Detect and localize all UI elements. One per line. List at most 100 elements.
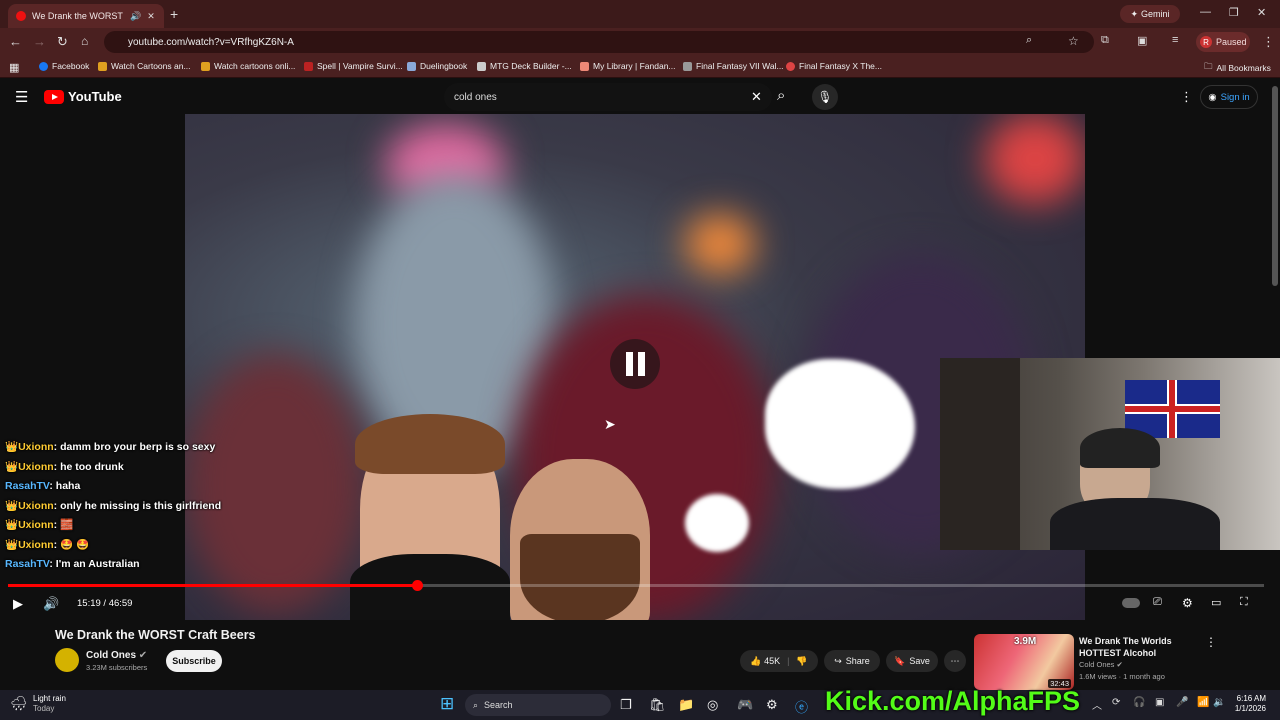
host-left-hair bbox=[355, 414, 505, 474]
close-window-icon[interactable]: ✕ bbox=[1257, 6, 1266, 19]
verified-icon: ✔ bbox=[138, 650, 148, 661]
store-icon[interactable]: 🛍 bbox=[649, 697, 666, 713]
video-blur-shape bbox=[185, 354, 365, 614]
ff7-icon bbox=[683, 61, 692, 71]
like-button[interactable]: 👍 45K bbox=[750, 656, 780, 667]
folder-icon: 🗀 bbox=[1204, 61, 1213, 71]
bookmark-item[interactable]: Final Fantasy X The... bbox=[786, 61, 882, 71]
speaker-icon[interactable]: 🔉 bbox=[1213, 697, 1225, 708]
voice-search-icon[interactable]: 🎙 bbox=[812, 84, 838, 110]
recommended-menu-icon[interactable]: ⋮ bbox=[1205, 635, 1217, 649]
profile-button[interactable]: R Paused bbox=[1196, 32, 1250, 52]
censor-blob bbox=[685, 494, 749, 552]
taskbar-search[interactable]: ⌕ Search bbox=[465, 694, 611, 716]
bookmark-item[interactable]: Duelingbook bbox=[407, 61, 467, 71]
subscribe-button[interactable]: Subscribe bbox=[166, 650, 222, 672]
bookmark-item[interactable]: Facebook bbox=[39, 61, 89, 71]
microphone-icon[interactable]: 🎤 bbox=[1176, 697, 1188, 708]
profile-avatar: R bbox=[1200, 36, 1212, 48]
clock[interactable]: 6:16 AM 1/1/2026 bbox=[1230, 694, 1266, 714]
chat-message: RasahTV: I'm an Australian bbox=[5, 558, 140, 570]
tray-app-icon[interactable]: ⟳ bbox=[1112, 697, 1120, 708]
headset-icon[interactable]: 🎧 bbox=[1133, 697, 1145, 708]
file-explorer-icon[interactable]: 📁 bbox=[678, 697, 694, 713]
apps-grid-icon[interactable]: ▦ bbox=[9, 61, 19, 74]
like-dislike-group: 👍 45K | 👎 bbox=[740, 650, 818, 672]
browser-tab-active[interactable]: We Drank the WORST Craft 🔊 ✕ bbox=[8, 4, 164, 28]
captions-icon[interactable]: ⎚ bbox=[1153, 596, 1162, 609]
bookmark-item[interactable]: Watch Cartoons an... bbox=[98, 61, 191, 71]
dislike-icon[interactable]: 👎 bbox=[796, 656, 807, 667]
reload-icon[interactable]: ↻ bbox=[57, 34, 68, 50]
channel-avatar[interactable] bbox=[55, 648, 79, 672]
all-bookmarks-button[interactable]: 🗀 All Bookmarks bbox=[1204, 61, 1271, 75]
back-icon[interactable]: ← bbox=[9, 34, 22, 49]
zoom-icon[interactable]: ⌕ bbox=[1026, 34, 1032, 47]
mouse-cursor-icon: ➤ bbox=[604, 416, 616, 432]
tray-chevron-icon[interactable]: ︿ bbox=[1092, 697, 1102, 712]
progress-scrubber[interactable] bbox=[412, 580, 423, 591]
windows-taskbar: 🌧 Light rain Today ⊞ ⌕ Search ❐ 🛍 📁 ◎ 🎮 … bbox=[0, 690, 1280, 720]
edge-icon[interactable]: ⓔ bbox=[795, 697, 808, 716]
sign-in-button[interactable]: ◉ Sign in bbox=[1200, 85, 1258, 109]
recommended-channel[interactable]: Cold Ones ✔ bbox=[1079, 660, 1123, 669]
hamburger-menu-icon[interactable]: ☰ bbox=[15, 88, 28, 106]
bookmark-item[interactable]: Spell | Vampire Survi... bbox=[304, 61, 403, 71]
bookmark-item[interactable]: Final Fantasy VII Wal... bbox=[683, 61, 784, 71]
verified-icon: ✔ bbox=[1116, 660, 1123, 669]
app-icon[interactable]: ⚙ bbox=[766, 697, 778, 713]
chat-username: 👑Uxionn bbox=[5, 461, 54, 473]
miniplayer-icon[interactable]: ▭ bbox=[1211, 596, 1221, 609]
address-bar[interactable]: youtube.com/watch?v=VRfhgKZ6N-A bbox=[104, 31, 1094, 53]
bookmark-item[interactable]: My Library | Fandan... bbox=[580, 61, 676, 71]
weather-widget[interactable]: Light rain Today bbox=[33, 694, 66, 714]
bookmark-star-icon[interactable]: ☆ bbox=[1068, 34, 1079, 48]
pause-indicator[interactable] bbox=[610, 339, 660, 389]
recommended-title[interactable]: We Drank The Worlds HOTTEST Alcohol bbox=[1079, 635, 1172, 659]
fullscreen-icon[interactable]: ⛶ bbox=[1240, 596, 1248, 609]
browser-menu-icon[interactable]: ⋮ bbox=[1262, 34, 1275, 50]
audio-playing-icon[interactable]: 🔊 bbox=[130, 11, 141, 22]
recommended-thumbnail[interactable]: 3.9M 32:43 bbox=[974, 634, 1074, 690]
search-input[interactable]: cold ones bbox=[444, 83, 772, 111]
extensions-icon[interactable]: ⧉ bbox=[1101, 34, 1109, 47]
gemini-button[interactable]: ✦ Gemini bbox=[1120, 5, 1180, 23]
video-blur-shape bbox=[985, 114, 1085, 204]
more-actions-button[interactable]: ⋯ bbox=[944, 650, 966, 672]
search-icon[interactable]: ⌕ bbox=[777, 87, 785, 104]
home-icon[interactable]: ⌂ bbox=[81, 34, 88, 48]
forward-icon[interactable]: → bbox=[33, 34, 46, 49]
clear-search-icon[interactable]: ✕ bbox=[751, 89, 762, 105]
restore-window-icon[interactable]: ❐ bbox=[1229, 6, 1239, 19]
chat-username: RasahTV bbox=[5, 558, 50, 570]
page-scrollbar[interactable] bbox=[1272, 86, 1278, 286]
weather-icon[interactable]: 🌧 bbox=[10, 695, 28, 712]
autoplay-toggle[interactable] bbox=[1122, 598, 1140, 608]
discord-icon[interactable]: 🎮 bbox=[737, 697, 753, 713]
channel-name[interactable]: Cold Ones ✔ bbox=[86, 650, 147, 661]
bookmark-item[interactable]: MTG Deck Builder -... bbox=[477, 61, 572, 71]
sidepanel-icon[interactable]: ▣ bbox=[1137, 34, 1147, 47]
wifi-icon[interactable]: 📶 bbox=[1197, 697, 1209, 708]
save-button[interactable]: 🔖 Save bbox=[886, 650, 938, 672]
minimize-window-icon[interactable]: — bbox=[1200, 6, 1211, 18]
streamer-cap bbox=[1080, 428, 1160, 468]
save-icon: 🔖 bbox=[894, 655, 906, 666]
new-tab-button[interactable]: + bbox=[170, 6, 178, 22]
media-control-icon[interactable]: ≡ bbox=[1172, 34, 1178, 46]
bookmark-item[interactable]: Watch cartoons onli... bbox=[201, 61, 295, 71]
more-options-icon[interactable]: ⋮ bbox=[1180, 89, 1193, 105]
windows-start-icon[interactable]: ⊞ bbox=[440, 694, 454, 714]
volume-icon[interactable]: 🔊 bbox=[43, 596, 59, 612]
close-tab-icon[interactable]: ✕ bbox=[147, 11, 155, 22]
share-button[interactable]: ↪ Share bbox=[824, 650, 880, 672]
chrome-icon[interactable]: ◎ bbox=[707, 697, 718, 713]
tray-app-icon[interactable]: ▣ bbox=[1155, 697, 1164, 708]
play-icon[interactable]: ▶ bbox=[13, 596, 23, 612]
settings-gear-icon[interactable]: ⚙ bbox=[1182, 596, 1193, 610]
youtube-logo[interactable]: YouTube bbox=[44, 89, 122, 104]
chat-message: 👑Uxionn: he too drunk bbox=[5, 461, 124, 473]
task-view-icon[interactable]: ❐ bbox=[620, 697, 632, 713]
uk-flag bbox=[1125, 380, 1220, 438]
chat-username: 👑Uxionn bbox=[5, 519, 54, 531]
